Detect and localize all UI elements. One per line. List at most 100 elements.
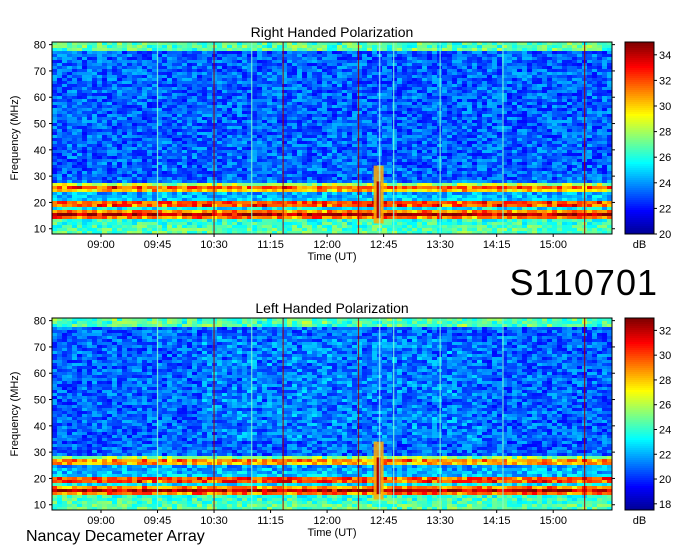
heatmap-cell	[392, 90, 397, 93]
heatmap-cell	[457, 90, 462, 93]
heatmap-cell	[307, 117, 312, 120]
heatmap-cell	[402, 141, 407, 144]
heatmap-cell	[187, 99, 192, 102]
heatmap-cell	[467, 159, 472, 162]
heatmap-cell	[387, 165, 392, 168]
heatmap-cell	[392, 75, 397, 78]
heatmap-cell	[547, 96, 552, 99]
heatmap-cell	[67, 54, 72, 57]
heatmap-cell	[492, 90, 497, 93]
heatmap-cell	[397, 120, 402, 123]
heatmap-cell	[137, 54, 142, 57]
heatmap-cell	[402, 51, 407, 54]
heatmap-cell	[142, 135, 147, 138]
heatmap-cell	[252, 51, 257, 54]
heatmap-cell	[67, 159, 72, 162]
heatmap-cell	[137, 57, 142, 60]
heatmap-cell	[567, 171, 572, 174]
heatmap-cell	[62, 156, 67, 159]
heatmap-cell	[292, 87, 297, 90]
heatmap-cell	[457, 81, 462, 84]
heatmap-cell	[242, 168, 247, 171]
heatmap-cell	[527, 60, 532, 63]
heatmap-cell	[167, 120, 172, 123]
heatmap-cell	[587, 129, 592, 132]
heatmap-cell	[592, 165, 597, 168]
heatmap-cell	[567, 138, 572, 141]
heatmap-cell	[432, 81, 437, 84]
heatmap-cell	[547, 150, 552, 153]
heatmap-cell	[62, 114, 67, 117]
heatmap-cell	[312, 138, 317, 141]
heatmap-cell	[427, 81, 432, 84]
heatmap-cell	[267, 171, 272, 174]
heatmap-cell	[497, 102, 502, 105]
heatmap-cell	[432, 135, 437, 138]
heatmap-cell	[207, 72, 212, 75]
heatmap-cell	[602, 102, 607, 105]
heatmap-cell	[562, 141, 567, 144]
heatmap-cell	[607, 60, 612, 63]
heatmap-cell	[392, 141, 397, 144]
heatmap-cell	[517, 108, 522, 111]
heatmap-cell	[472, 108, 477, 111]
heatmap-cell	[207, 114, 212, 117]
heatmap-cell	[372, 120, 377, 123]
heatmap-cell	[597, 120, 602, 123]
heatmap-cell	[357, 141, 362, 144]
heatmap-cell	[417, 117, 422, 120]
heatmap-cell	[267, 102, 272, 105]
heatmap-cell	[242, 123, 247, 126]
heatmap-cell	[517, 168, 522, 171]
heatmap-cell	[52, 138, 57, 141]
heatmap-cell	[482, 105, 487, 108]
heatmap-cell	[457, 78, 462, 81]
heatmap-cell	[327, 63, 332, 66]
heatmap-cell	[402, 156, 407, 159]
heatmap-cell	[597, 108, 602, 111]
heatmap-cell	[132, 60, 137, 63]
heatmap-cell	[122, 147, 127, 150]
heatmap-cell	[232, 171, 237, 174]
heatmap-cell	[492, 45, 497, 48]
heatmap-cell	[457, 171, 462, 174]
heatmap-cell	[452, 141, 457, 144]
heatmap-cell	[242, 105, 247, 108]
heatmap-cell	[317, 66, 322, 69]
heatmap-cell	[127, 87, 132, 90]
heatmap-cell	[407, 84, 412, 87]
heatmap-cell	[572, 153, 577, 156]
heatmap-cell	[117, 45, 122, 48]
heatmap-cell	[187, 108, 192, 111]
heatmap-cell	[512, 129, 517, 132]
heatmap-cell	[162, 114, 167, 117]
heatmap-cell	[252, 150, 257, 153]
heatmap-cell	[562, 51, 567, 54]
heatmap-cell	[167, 138, 172, 141]
heatmap-cell	[277, 84, 282, 87]
heatmap-cell	[432, 90, 437, 93]
heatmap-cell	[277, 60, 282, 63]
heatmap-cell	[432, 87, 437, 90]
heatmap-cell	[432, 66, 437, 69]
heatmap-cell	[342, 150, 347, 153]
heatmap-cell	[487, 78, 492, 81]
heatmap-cell	[137, 69, 142, 72]
heatmap-cell	[457, 132, 462, 135]
heatmap-cell	[102, 159, 107, 162]
heatmap-cell	[132, 81, 137, 84]
heatmap-cell	[197, 96, 202, 99]
heatmap-cell	[417, 114, 422, 117]
heatmap-cell	[287, 105, 292, 108]
heatmap-cell	[562, 162, 567, 165]
heatmap-cell	[607, 135, 612, 138]
heatmap-cell	[437, 129, 442, 132]
heatmap-cell	[292, 75, 297, 78]
heatmap-cell	[372, 54, 377, 57]
heatmap-cell	[67, 156, 72, 159]
heatmap-cell	[507, 141, 512, 144]
heatmap-cell	[507, 45, 512, 48]
heatmap-cell	[62, 84, 67, 87]
heatmap-cell	[82, 108, 87, 111]
heatmap-cell	[302, 132, 307, 135]
